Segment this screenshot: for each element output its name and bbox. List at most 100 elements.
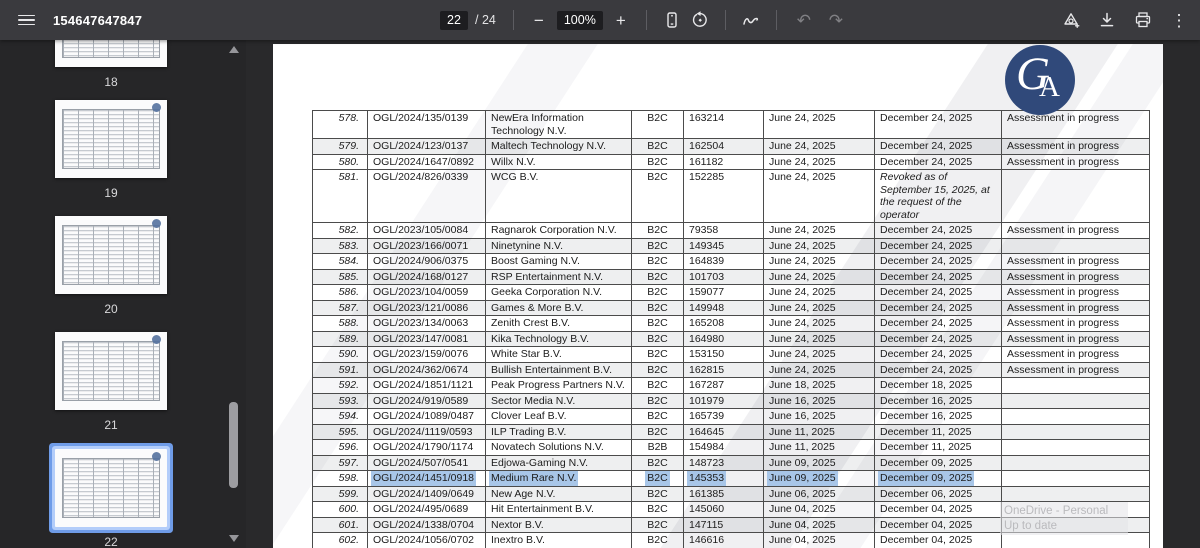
cell-n: 596. <box>313 440 368 456</box>
cell-t: B2C <box>632 502 684 518</box>
cell-ref: 145353 <box>684 471 764 487</box>
cell-n: 593. <box>313 393 368 409</box>
cell-ref: 145060 <box>684 502 764 518</box>
cell-t: B2C <box>632 111 684 139</box>
table-row: 590.OGL/2023/159/0076White Star B.V.B2C1… <box>313 347 1150 363</box>
zoom-level-input[interactable]: 100% <box>557 11 603 30</box>
cell-ref: 153150 <box>684 347 764 363</box>
cell-lic: OGL/2024/168/0127 <box>368 269 486 285</box>
cell-lic: OGL/2024/135/0139 <box>368 111 486 139</box>
page-thumbnail[interactable] <box>55 449 167 527</box>
cell-n: 592. <box>313 378 368 394</box>
cell-n: 602. <box>313 533 368 548</box>
scroll-up-arrow[interactable] <box>229 46 239 53</box>
scroll-down-arrow[interactable] <box>229 535 239 542</box>
cell-st: Assessment in progress <box>1002 223 1150 239</box>
table-row: 592.OGL/2024/1851/1121Peak Progress Part… <box>313 378 1150 394</box>
cell-ref: 148723 <box>684 455 764 471</box>
fit-page-button[interactable] <box>658 6 686 34</box>
cell-t: B2C <box>632 424 684 440</box>
cell-lic: OGL/2024/507/0541 <box>368 455 486 471</box>
cell-n: 579. <box>313 139 368 155</box>
table-row: 585.OGL/2024/168/0127RSP Entertainment N… <box>313 269 1150 285</box>
cell-ref: 149345 <box>684 238 764 254</box>
cell-t: B2C <box>632 269 684 285</box>
cell-n: 591. <box>313 362 368 378</box>
zoom-in-button[interactable]: + <box>607 6 635 34</box>
cell-t: B2C <box>632 486 684 502</box>
cell-t: B2C <box>632 378 684 394</box>
page-thumbnail[interactable] <box>55 332 167 410</box>
cell-t: B2C <box>632 455 684 471</box>
cell-st <box>1002 455 1150 471</box>
cell-d1: June 24, 2025 <box>764 223 875 239</box>
table-row: 596.OGL/2024/1790/1174Novatech Solutions… <box>313 440 1150 456</box>
cell-n: 595. <box>313 424 368 440</box>
page-thumbnail[interactable] <box>55 216 167 294</box>
save-to-drive-button[interactable] <box>1056 6 1086 34</box>
page-thumbnail-label: 22 <box>55 535 167 548</box>
document-viewport: G A 578.OGL/2024/135/0139NewEra Informat… <box>246 40 1200 548</box>
undo-button[interactable]: ↶ <box>790 6 818 34</box>
scrollbar-thumb[interactable] <box>229 402 238 488</box>
cell-ref: 164980 <box>684 331 764 347</box>
download-button[interactable] <box>1092 6 1122 34</box>
cell-d2: December 24, 2025 <box>875 154 1002 170</box>
cell-lic: OGL/2023/147/0081 <box>368 331 486 347</box>
cell-st <box>1002 471 1150 487</box>
pdf-page: G A 578.OGL/2024/135/0139NewEra Informat… <box>273 44 1163 548</box>
cell-d2: December 04, 2025 <box>875 502 1002 518</box>
pdf-viewer-window: 154647647847 22 / 24 − 100% + <box>0 0 1200 548</box>
table-row: 580.OGL/2024/1647/0892Willx N.V.B2C16118… <box>313 154 1150 170</box>
cell-st: Assessment in progress <box>1002 362 1150 378</box>
hamburger-icon <box>18 15 35 26</box>
cell-t: B2C <box>632 238 684 254</box>
cell-d1: June 24, 2025 <box>764 331 875 347</box>
cell-d1: June 24, 2025 <box>764 269 875 285</box>
cell-d1: June 24, 2025 <box>764 254 875 270</box>
cell-t: B2C <box>632 347 684 363</box>
cell-co: Edjowa-Gaming N.V. <box>486 455 632 471</box>
cell-ref: 164645 <box>684 424 764 440</box>
cell-st: Assessment in progress <box>1002 285 1150 301</box>
cell-co: NewEra Information Technology N.V. <box>486 111 632 139</box>
cell-lic: OGL/2024/1790/1174 <box>368 440 486 456</box>
print-button[interactable] <box>1128 6 1158 34</box>
menu-button[interactable] <box>14 8 38 32</box>
sidebar-scrollbar[interactable] <box>227 40 240 548</box>
cell-d2: December 24, 2025 <box>875 269 1002 285</box>
text-selection-highlight: Medium Rare N.V. <box>491 472 576 484</box>
cell-lic: OGL/2024/1451/0918 <box>368 471 486 487</box>
cell-n: 590. <box>313 347 368 363</box>
cell-ref: 161182 <box>684 154 764 170</box>
cell-d1: June 04, 2025 <box>764 533 875 548</box>
cell-lic: OGL/2024/1119/0593 <box>368 424 486 440</box>
cell-d2: Revoked as of September 15, 2025, at the… <box>875 170 1002 223</box>
cell-lic: OGL/2023/121/0086 <box>368 300 486 316</box>
page-number-input[interactable]: 22 <box>440 11 468 30</box>
page-thumbnail-label: 19 <box>55 186 167 200</box>
cell-ref: 79358 <box>684 223 764 239</box>
cell-t: B2C <box>632 170 684 223</box>
page-thumbnail[interactable] <box>55 40 167 67</box>
more-options-button[interactable]: ⋮ <box>1164 6 1194 34</box>
cell-d2: December 09, 2025 <box>875 455 1002 471</box>
thumbnail-preview <box>62 40 160 58</box>
table-row: 597.OGL/2024/507/0541Edjowa-Gaming N.V.B… <box>313 455 1150 471</box>
zoom-out-button[interactable]: − <box>525 6 553 34</box>
cell-d1: June 24, 2025 <box>764 111 875 139</box>
cell-ref: 154984 <box>684 440 764 456</box>
draw-button[interactable] <box>737 6 765 34</box>
redo-button[interactable]: ↷ <box>822 6 850 34</box>
cell-st: Assessment in progress <box>1002 269 1150 285</box>
cell-st <box>1002 238 1150 254</box>
thumbnail-logo-dot <box>152 452 161 461</box>
license-table-body: 578.OGL/2024/135/0139NewEra Information … <box>313 111 1150 548</box>
page-thumbnail[interactable] <box>55 100 167 178</box>
cell-t: B2C <box>632 316 684 332</box>
cell-ref: 101703 <box>684 269 764 285</box>
rotate-button[interactable] <box>686 6 714 34</box>
cell-t: B2C <box>632 254 684 270</box>
cell-co: White Star B.V. <box>486 347 632 363</box>
onedrive-account-label: OneDrive - Personal <box>1004 504 1124 519</box>
